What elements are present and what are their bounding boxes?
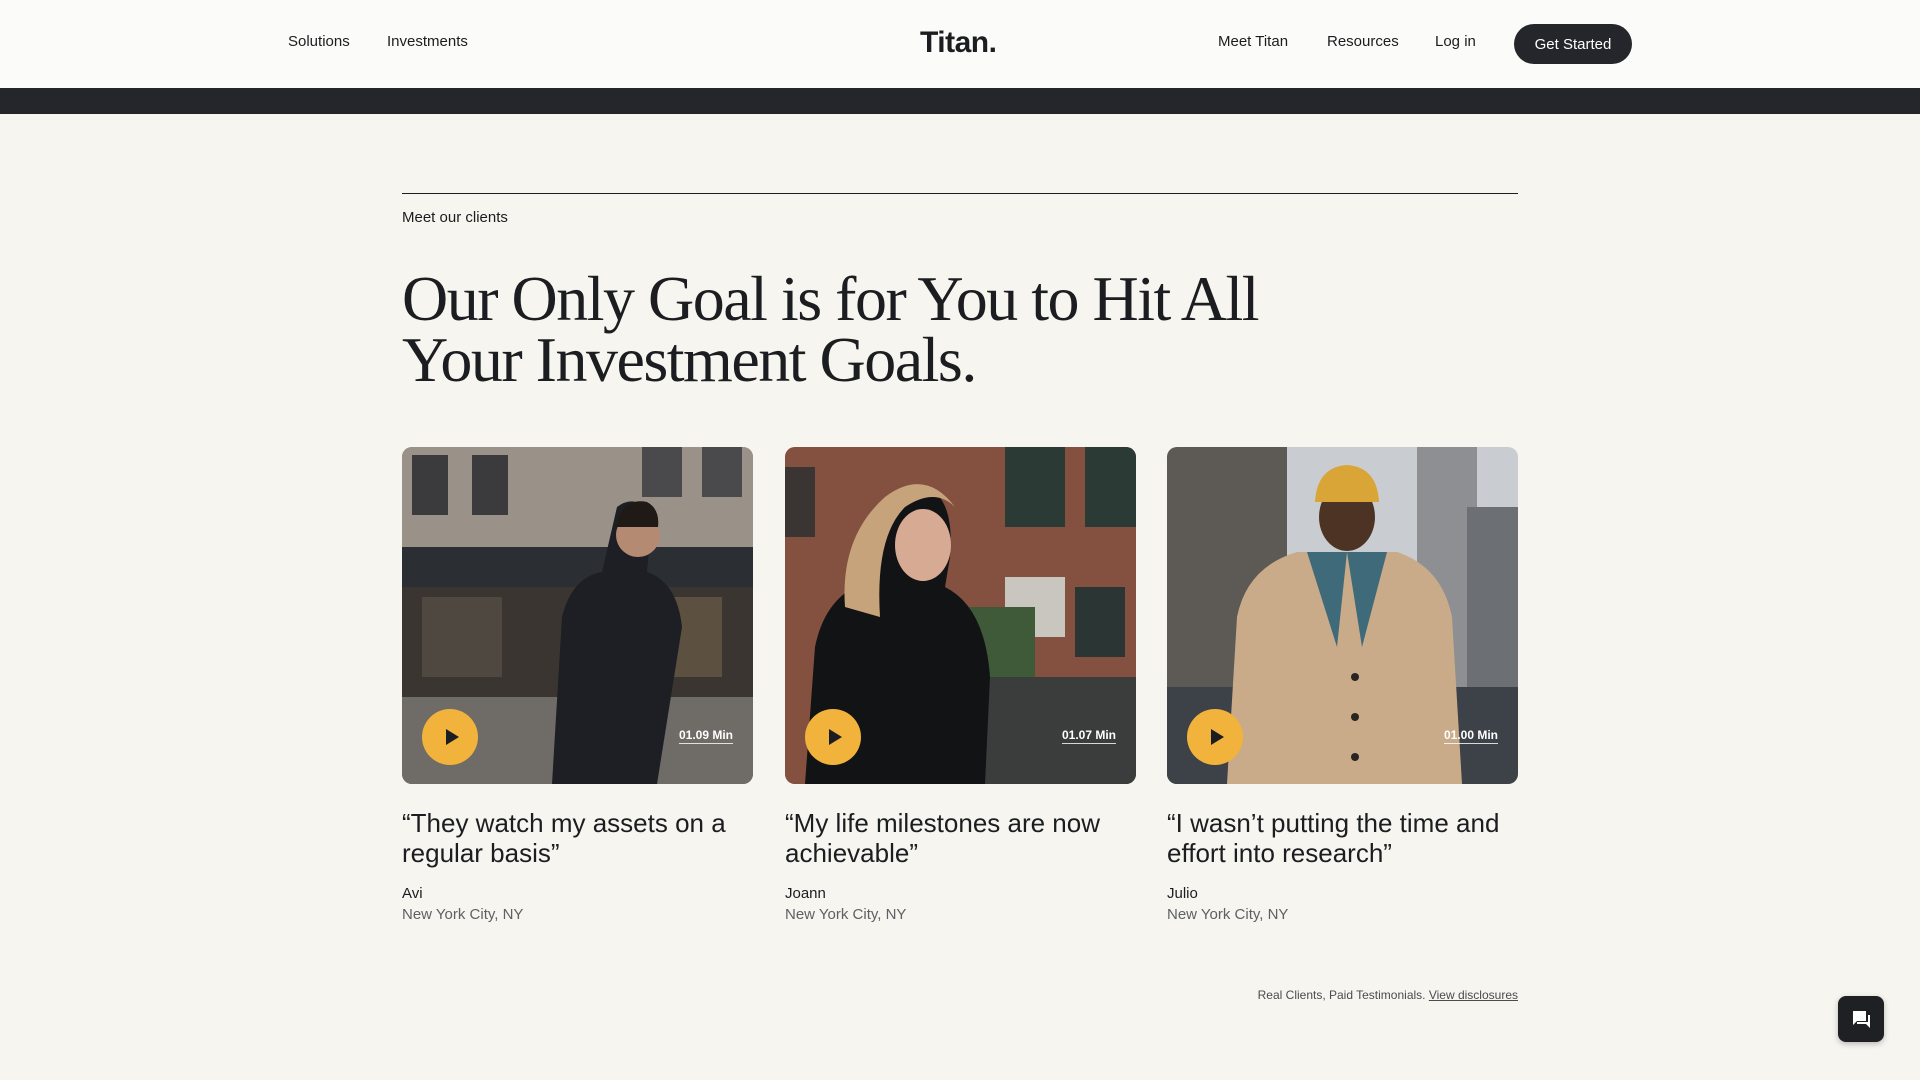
titan-logo[interactable]: Titan. <box>920 26 997 60</box>
video-thumbnail[interactable]: 01.07 Min <box>785 447 1136 784</box>
play-icon <box>1210 729 1224 745</box>
chat-icon <box>1853 1011 1870 1028</box>
play-button[interactable] <box>805 709 861 765</box>
client-location: New York City, NY <box>785 906 907 923</box>
play-icon <box>828 729 842 745</box>
client-name: Julio <box>1167 885 1198 902</box>
disclaimer-text: Real Clients, Paid Testimonials. <box>1257 988 1426 1002</box>
section-divider <box>402 193 1518 194</box>
nav-resources[interactable]: Resources <box>1327 33 1399 50</box>
video-duration: 01.00 Min <box>1443 728 1498 744</box>
nav-meet-titan[interactable]: Meet Titan <box>1218 33 1288 50</box>
dark-banner-strip <box>0 88 1920 114</box>
view-disclosures-link[interactable]: View disclosures <box>1429 988 1518 1002</box>
testimonial-card: 01.07 Min “My life milestones are now ac… <box>785 447 1136 923</box>
testimonial-quote: “My life milestones are now achievable” <box>785 808 1100 868</box>
testimonial-quote: “I wasn’t putting the time and effort in… <box>1167 808 1500 868</box>
client-name: Avi <box>402 885 423 902</box>
play-button[interactable] <box>422 709 478 765</box>
video-thumbnail[interactable]: 01.09 Min <box>402 447 753 784</box>
section-eyebrow: Meet our clients <box>402 209 508 226</box>
section-headline: Our Only Goal is for You to Hit All Your… <box>402 263 1260 395</box>
video-thumbnail[interactable]: 01.00 Min <box>1167 447 1518 784</box>
nav-log-in[interactable]: Log in <box>1435 33 1476 50</box>
testimonial-disclaimer: Real Clients, Paid Testimonials. View di… <box>1258 988 1518 1002</box>
chat-widget-button[interactable] <box>1838 996 1884 1042</box>
top-navigation: Solutions Investments Titan. Meet Titan … <box>0 0 1920 88</box>
video-duration: 01.09 Min <box>678 728 733 744</box>
client-location: New York City, NY <box>1167 906 1289 923</box>
get-started-button[interactable]: Get Started <box>1514 24 1632 64</box>
nav-investments[interactable]: Investments <box>387 33 468 50</box>
testimonial-card: 01.00 Min “I wasn’t putting the time and… <box>1167 447 1518 923</box>
play-icon <box>445 729 459 745</box>
testimonial-quote: “They watch my assets on a regular basis… <box>402 808 726 868</box>
client-location: New York City, NY <box>402 906 524 923</box>
testimonial-card: 01.09 Min “They watch my assets on a reg… <box>402 447 753 923</box>
video-duration: 01.07 Min <box>1061 728 1116 744</box>
client-name: Joann <box>785 885 826 902</box>
nav-solutions[interactable]: Solutions <box>288 33 350 50</box>
play-button[interactable] <box>1187 709 1243 765</box>
